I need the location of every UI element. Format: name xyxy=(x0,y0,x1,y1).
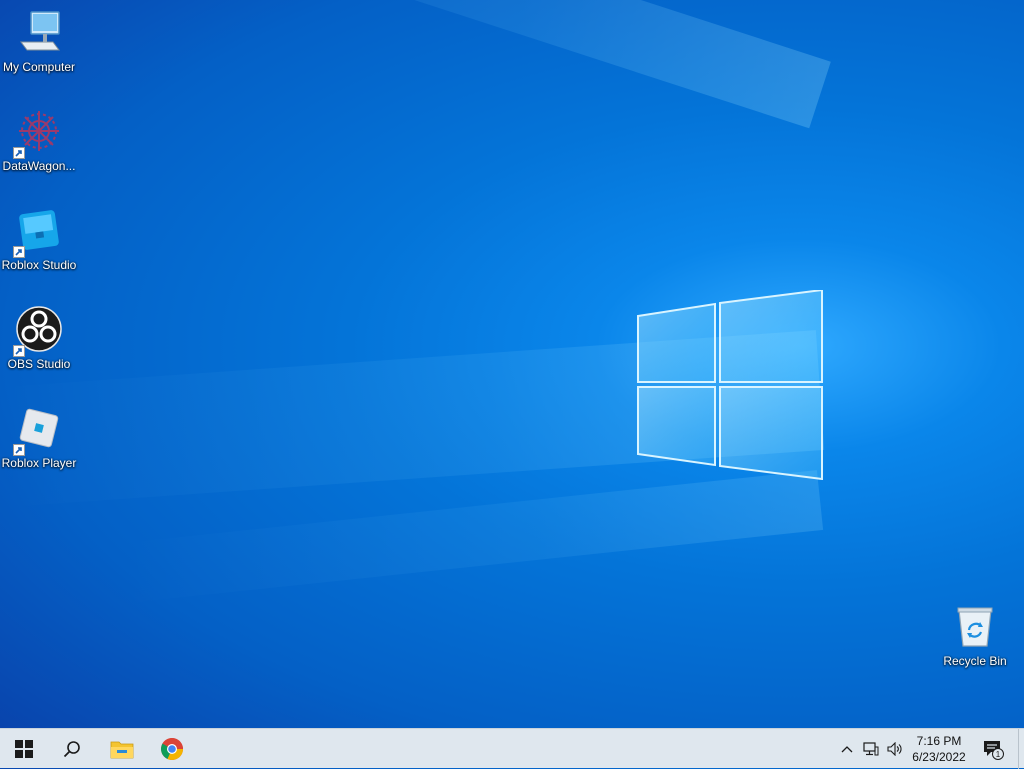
shortcut-arrow-icon xyxy=(13,444,25,456)
notification-count: 1 xyxy=(996,750,1001,759)
show-hidden-icons-button[interactable] xyxy=(836,729,858,769)
search-icon xyxy=(63,741,80,758)
desktop-icon-label: My Computer xyxy=(2,60,76,74)
recycle-bin-icon xyxy=(957,607,993,647)
desktop-icon-my-computer[interactable]: My Computer xyxy=(0,2,78,88)
clock-time: 7:16 PM xyxy=(916,734,962,748)
desktop-icon-label: OBS Studio xyxy=(7,357,71,371)
search-button[interactable] xyxy=(48,729,96,769)
windows-logo-wallpaper xyxy=(637,290,823,480)
volume-icon xyxy=(887,742,902,756)
file-explorer-button[interactable] xyxy=(98,729,146,769)
light-ray xyxy=(86,0,831,129)
notification-icon: 1 xyxy=(984,741,1004,760)
desktop-icon-recycle-bin[interactable]: Recycle Bin xyxy=(936,596,1014,682)
computer-icon xyxy=(20,11,60,51)
shortcut-arrow-icon xyxy=(13,147,25,159)
taskbar: 7:16 PM 6/23/2022 1 xyxy=(0,728,1024,769)
chevron-up-icon xyxy=(841,746,853,753)
desktop-icon-label: Recycle Bin xyxy=(943,654,1007,668)
chrome-icon xyxy=(161,738,183,760)
network-icon xyxy=(863,742,879,756)
action-center-button[interactable]: 1 xyxy=(978,729,1008,769)
shortcut-arrow-icon xyxy=(13,345,25,357)
desktop-icon-label: DataWagon... xyxy=(2,159,76,173)
file-explorer-icon xyxy=(110,741,134,759)
chrome-button[interactable] xyxy=(148,729,196,769)
show-desktop-button[interactable] xyxy=(1018,729,1024,769)
desktop-icon-label: Roblox Player xyxy=(1,456,77,470)
desktop-icon-label: Roblox Studio xyxy=(1,258,77,272)
desktop-icon-obs-studio[interactable]: OBS Studio xyxy=(0,299,78,385)
light-ray xyxy=(120,470,824,604)
network-button[interactable] xyxy=(860,729,882,769)
clock-date: 6/23/2022 xyxy=(912,750,966,764)
desktop-icon-roblox-player[interactable]: Roblox Player xyxy=(0,398,78,484)
start-button[interactable] xyxy=(0,729,48,769)
shortcut-arrow-icon xyxy=(13,246,25,258)
desktop-icon-datawagon[interactable]: DataWagon... xyxy=(0,101,78,187)
desktop-background: My Computer DataWagon... Roblox Studio O… xyxy=(0,0,1024,728)
clock[interactable]: 7:16 PM 6/23/2022 xyxy=(904,729,974,769)
start-icon xyxy=(15,740,33,758)
volume-button[interactable] xyxy=(884,729,906,769)
desktop-icon-roblox-studio[interactable]: Roblox Studio xyxy=(0,200,78,286)
